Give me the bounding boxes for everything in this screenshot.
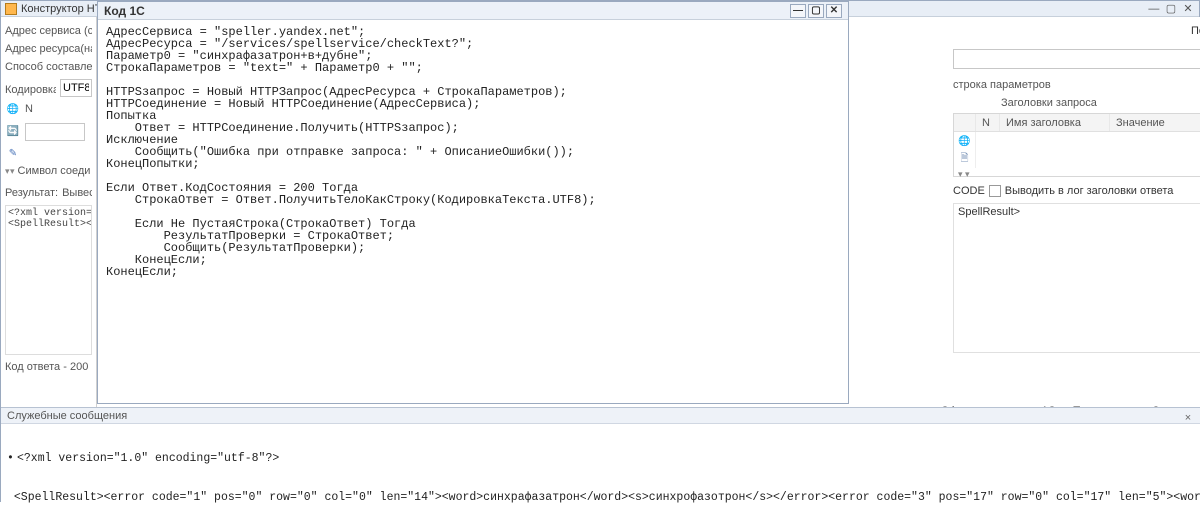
refresh-icon[interactable]: 🔄 <box>5 123 21 139</box>
app-icon <box>5 3 17 15</box>
log-headers-checkbox[interactable] <box>989 185 1001 197</box>
service-messages-body[interactable]: •<?xml version="1.0" encoding="utf-8"?> … <box>1 424 1200 532</box>
bullet-icon: • <box>7 452 17 465</box>
svc-line-2: <SpellResult><error code="1" pos="0" row… <box>14 491 1200 504</box>
n-label: N <box>25 103 33 115</box>
code-frag: CODE <box>953 185 985 197</box>
code-editor[interactable]: АдресСервиса = "speller.yandex.net"; Адр… <box>98 20 848 403</box>
pencil-icon[interactable]: ✎ <box>5 145 21 161</box>
main-minimize-button[interactable]: — <box>1147 1 1161 17</box>
spell-frag: SpellResult> <box>958 206 1020 218</box>
col-header-value[interactable]: Значение <box>1110 114 1200 131</box>
result-mode[interactable]: Вывест <box>62 187 92 199</box>
params-frag-label: строка параметров <box>945 79 1200 91</box>
main-close-button[interactable]: ✕ <box>1181 1 1195 17</box>
log-headers-label: Выводить в лог заголовки ответа <box>1005 185 1174 197</box>
label-sym-conn: Символ соеди <box>18 165 91 177</box>
svc-line-1: <?xml version="1.0" encoding="utf-8"?> <box>17 452 279 465</box>
code-maximize-button[interactable]: ▢ <box>808 4 824 18</box>
headers-expand-icon[interactable]: ▾ ▾ <box>954 168 1200 181</box>
label-encoding: Кодировка <box>5 84 56 96</box>
code-window-title: Код 1С <box>104 2 145 20</box>
blank-input-1[interactable] <box>25 123 85 141</box>
xml-preview-line-2: <SpellResult><error co <box>8 219 89 230</box>
headers-empty-area[interactable] <box>976 132 1200 168</box>
label-addr-service: Адрес сервиса (с <box>5 25 92 37</box>
col-header-name[interactable]: Имя заголовка <box>1000 114 1110 131</box>
headers-caption: Заголовки запроса <box>993 97 1200 109</box>
service-messages-title: Служебные сообщения <box>7 408 127 424</box>
label-compose: Способ составления с <box>5 61 92 73</box>
constructor-right-panel: Порт: строка параметров Заголовки запрос… <box>945 17 1200 420</box>
empty-input-row[interactable] <box>953 49 1200 69</box>
constructor-window: Конструктор HT — ▢ ✕ Адрес сервиса (с Ад… <box>0 0 1200 502</box>
label-addr-resource: Адрес ресурса(начин <box>5 43 92 55</box>
service-messages-titlebar[interactable]: Служебные сообщения × <box>1 408 1200 424</box>
blank-bullet <box>7 491 14 504</box>
doc-small-icon[interactable]: 🗎 <box>954 150 975 168</box>
globe-icon: 🌐 <box>5 101 21 117</box>
expand-icon[interactable]: ▾ ▾ <box>5 166 14 177</box>
code-window: Код 1С — ▢ ✕ АдресСервиса = "speller.yan… <box>97 1 849 404</box>
headers-table: N Имя заголовка Значение 🌐 🗎 ▾ ▾ <box>953 113 1200 177</box>
answer-code-label: Код ответа - 200 <box>5 361 92 373</box>
label-result: Результат: <box>5 187 58 199</box>
port-label: Порт: <box>1191 25 1200 37</box>
constructor-title-text: Конструктор HT <box>21 1 101 17</box>
xml-preview: <?xml version="1.0" er <SpellResult><err… <box>5 205 92 355</box>
main-maximize-button[interactable]: ▢ <box>1164 1 1178 17</box>
headers-icon-col <box>954 114 976 131</box>
globe-small-icon[interactable]: 🌐 <box>954 132 975 150</box>
xml-preview-line-1: <?xml version="1.0" er <box>8 208 89 219</box>
service-messages-close-icon[interactable]: × <box>1181 410 1195 422</box>
encoding-input[interactable] <box>60 79 92 97</box>
col-header-n[interactable]: N <box>976 114 1000 131</box>
code-close-button[interactable]: ✕ <box>826 4 842 18</box>
code-titlebar[interactable]: Код 1С — ▢ ✕ <box>98 2 848 20</box>
spell-result-area[interactable]: SpellResult> <box>953 203 1200 353</box>
code-minimize-button[interactable]: — <box>790 4 806 18</box>
service-messages-panel: Служебные сообщения × •<?xml version="1.… <box>1 407 1200 502</box>
